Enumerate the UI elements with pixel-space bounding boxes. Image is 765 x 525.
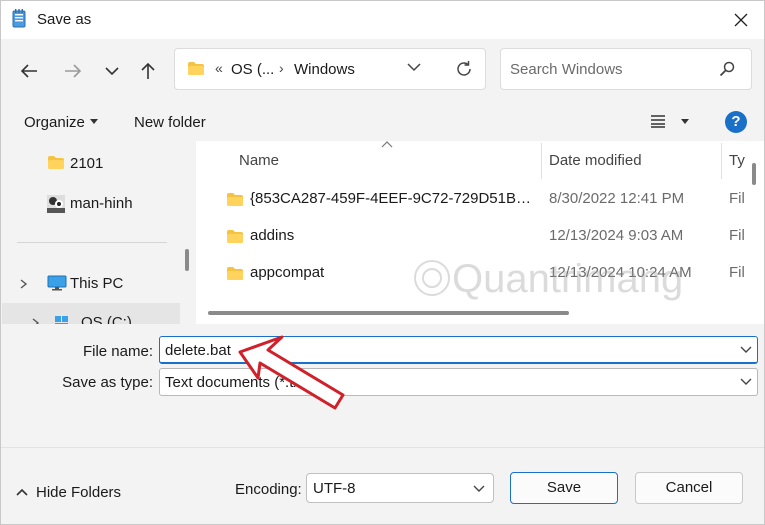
encoding-value: UTF-8 xyxy=(313,480,356,497)
window-title: Save as xyxy=(37,11,92,28)
file-date: 8/30/2022 12:41 PM xyxy=(549,190,685,207)
breadcrumb-drive[interactable]: OS (... xyxy=(231,61,274,78)
recent-locations-button[interactable] xyxy=(98,57,126,85)
sort-ascending-icon xyxy=(381,141,393,148)
hide-folders-button[interactable]: Hide Folders xyxy=(36,484,121,501)
refresh-icon[interactable] xyxy=(455,60,473,78)
file-type: Fil xyxy=(729,190,745,207)
column-header-date[interactable]: Date modified xyxy=(549,152,642,169)
arrow-right-icon xyxy=(65,64,82,78)
encoding-select[interactable]: UTF-8 xyxy=(306,473,494,503)
address-bar[interactable]: « OS (... › Windows xyxy=(174,48,486,90)
divider xyxy=(17,242,167,243)
column-divider[interactable] xyxy=(541,143,542,179)
file-name-label: File name: xyxy=(82,343,153,360)
breadcrumb-separator: › xyxy=(279,60,284,76)
address-overflow[interactable]: « xyxy=(215,60,223,76)
folder-icon xyxy=(227,193,243,206)
file-type: Fil xyxy=(729,264,745,281)
save-as-type-label: Save as type: xyxy=(62,374,153,391)
file-row[interactable]: addins 12/13/2024 9:03 AM Fil xyxy=(196,217,746,254)
file-row[interactable]: {853CA287-459F-4EEF-9C72-729D51BA8... 8/… xyxy=(196,180,746,217)
tree-item-label: OS (C:) xyxy=(81,314,132,324)
caret-down-icon[interactable] xyxy=(681,119,689,124)
address-dropdown-icon[interactable] xyxy=(407,62,421,72)
save-as-type-select[interactable]: Text documents (*.txt) xyxy=(159,368,758,396)
encoding-label: Encoding: xyxy=(235,481,302,498)
file-type: Fil xyxy=(729,227,745,244)
navigation-bar: « OS (... › Windows Search Windows xyxy=(1,39,764,103)
save-as-type-value: Text documents (*.txt) xyxy=(165,374,311,391)
tree-scrollbar[interactable] xyxy=(185,249,189,271)
save-as-dialog: Save as « OS (... › Windows Search Windo… xyxy=(0,0,765,525)
chevron-down-icon[interactable] xyxy=(740,346,752,354)
chevron-right-icon[interactable] xyxy=(20,279,28,289)
tree-item-os-c[interactable]: OS (C:) xyxy=(2,303,180,324)
file-name: {853CA287-459F-4EEF-9C72-729D51BA8... xyxy=(250,190,532,207)
help-button[interactable]: ? xyxy=(725,111,747,133)
tree-item-man-hinh[interactable]: man-hinh xyxy=(2,184,180,222)
divider xyxy=(1,447,764,448)
file-list: Name Date modified Ty {853CA287-459F-4EE… xyxy=(196,141,764,324)
file-name: addins xyxy=(250,227,295,244)
folder-icon xyxy=(48,156,64,169)
organize-button[interactable]: Organize xyxy=(24,114,85,131)
close-icon xyxy=(734,13,748,27)
tree-item-this-pc[interactable]: This PC xyxy=(2,264,180,302)
search-placeholder: Search Windows xyxy=(510,61,623,78)
command-bar: Organize New folder ? xyxy=(1,103,764,141)
back-button[interactable] xyxy=(15,57,43,85)
file-name-input[interactable]: delete.bat xyxy=(159,336,758,364)
view-list-icon[interactable] xyxy=(650,114,666,128)
notepad-icon xyxy=(12,9,26,28)
chevron-down-icon xyxy=(105,67,119,76)
file-name: appcompat xyxy=(250,264,325,281)
tree-item-label: This PC xyxy=(70,275,124,292)
horizontal-scrollbar[interactable] xyxy=(208,311,569,315)
file-date: 12/13/2024 9:03 AM xyxy=(549,227,684,244)
cancel-button[interactable]: Cancel xyxy=(635,472,743,504)
search-icon xyxy=(719,61,735,77)
file-row[interactable]: appcompat 12/13/2024 10:24 AM Fil xyxy=(196,254,746,291)
dialog-footer: Hide Folders Encoding: UTF-8 Save Cancel xyxy=(1,447,764,524)
save-form: File name: delete.bat Save as type: Text… xyxy=(1,324,764,447)
tree-item-label: 2101 xyxy=(70,155,104,172)
column-header-name[interactable]: Name xyxy=(239,152,279,169)
file-name-value: delete.bat xyxy=(165,342,231,359)
chevron-up-icon[interactable] xyxy=(16,488,28,496)
folder-icon xyxy=(227,267,243,280)
breadcrumb-windows[interactable]: Windows xyxy=(294,61,355,78)
chevron-down-icon[interactable] xyxy=(740,378,752,386)
navigation-pane: 2101 man-hinh This PC OS (C:) xyxy=(2,141,195,324)
caret-down-icon xyxy=(90,119,98,124)
search-box[interactable]: Search Windows xyxy=(500,48,752,90)
computer-icon xyxy=(47,275,67,291)
tree-item-2101[interactable]: 2101 xyxy=(2,144,180,182)
arrow-up-icon xyxy=(141,62,155,79)
drive-icon xyxy=(55,316,68,324)
title-bar: Save as xyxy=(1,1,764,39)
tree-item-label: man-hinh xyxy=(70,195,133,212)
vertical-scrollbar[interactable] xyxy=(752,163,756,185)
column-divider[interactable] xyxy=(721,143,722,179)
save-button[interactable]: Save xyxy=(510,472,618,504)
new-folder-button[interactable]: New folder xyxy=(134,114,206,131)
folder-icon xyxy=(227,230,243,243)
forward-button[interactable] xyxy=(59,57,87,85)
folder-icon xyxy=(188,62,204,75)
up-button[interactable] xyxy=(134,57,162,85)
file-date: 12/13/2024 10:24 AM xyxy=(549,264,692,281)
chevron-down-icon xyxy=(473,485,485,492)
image-thumbnail-icon xyxy=(47,195,65,213)
close-button[interactable] xyxy=(718,1,764,39)
column-header-type[interactable]: Ty xyxy=(729,152,745,169)
arrow-left-icon xyxy=(20,64,37,78)
